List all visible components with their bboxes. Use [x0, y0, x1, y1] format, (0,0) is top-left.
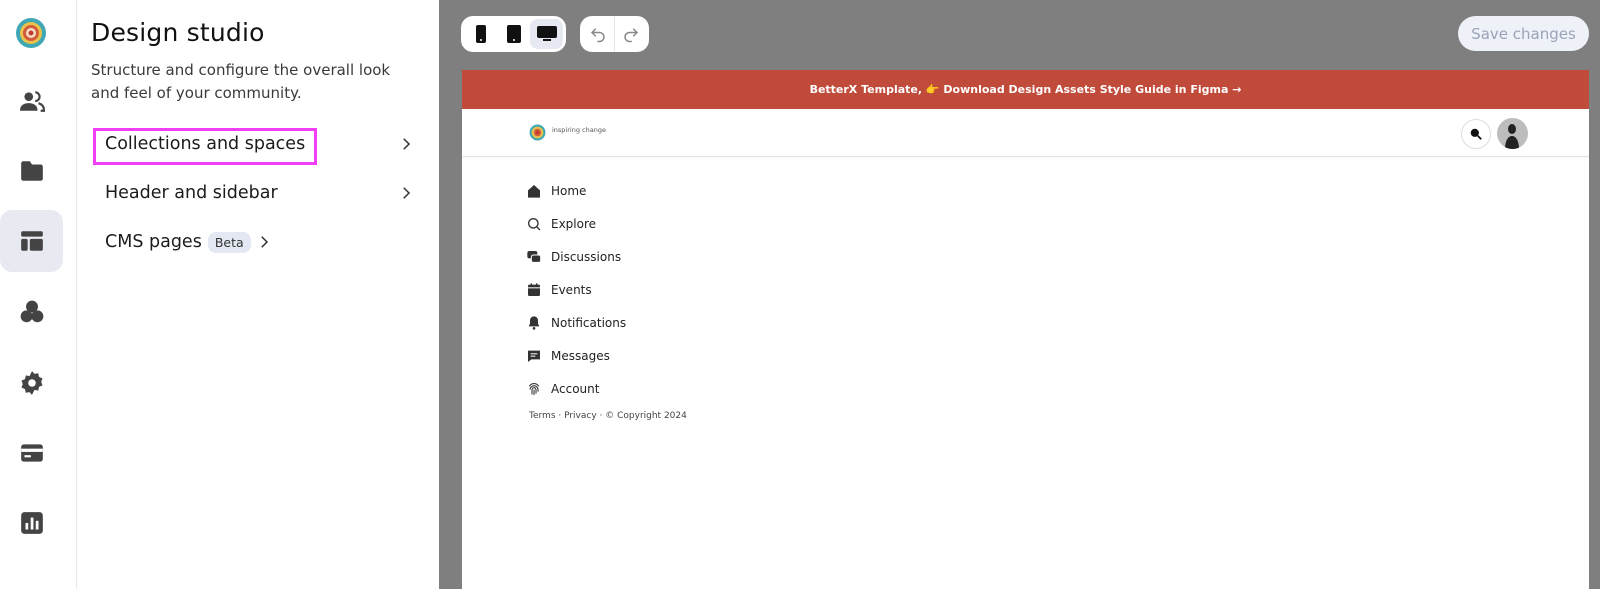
rail-members-button[interactable]	[0, 70, 63, 132]
site-nav-label: Notifications	[551, 315, 627, 330]
nav-cms-pages[interactable]: CMS pages Beta	[105, 224, 273, 260]
gear-icon	[20, 371, 43, 395]
history-group	[580, 16, 649, 52]
bell-icon	[528, 315, 540, 330]
site-nav-home[interactable]: Home	[526, 174, 626, 207]
nav-label: Header and sidebar	[105, 183, 278, 203]
site-nav-label: Explore	[551, 216, 597, 231]
avatar[interactable]	[1497, 118, 1528, 149]
rail-billing-button[interactable]	[0, 422, 63, 484]
nav-header-and-sidebar[interactable]: Header and sidebar	[105, 175, 415, 211]
search-icon	[528, 217, 541, 230]
site-sidebar-nav: Home Explore Discussions Events Notifica…	[526, 174, 626, 405]
nav-label: CMS pages	[105, 232, 202, 252]
desktop-icon	[536, 26, 557, 41]
undo-button[interactable]	[582, 19, 614, 49]
chart-icon	[20, 512, 43, 534]
circles-icon	[20, 300, 43, 323]
calendar-icon	[528, 282, 540, 296]
chat-bubbles-icon	[527, 250, 542, 263]
beta-badge: Beta	[207, 231, 251, 253]
undo-icon	[590, 28, 605, 43]
folder-icon	[20, 161, 43, 181]
site-nav-explore[interactable]: Explore	[526, 207, 626, 240]
site-nav-notifications[interactable]: Notifications	[526, 306, 626, 339]
site-footer-links[interactable]: Terms · Privacy · © Copyright 2024	[529, 411, 687, 421]
search-icon	[1470, 128, 1482, 140]
rail-settings-button[interactable]	[0, 352, 63, 414]
chevron-right-icon	[403, 138, 411, 150]
page-description: Structure and configure the overall look…	[91, 61, 391, 102]
fingerprint-icon	[528, 382, 540, 395]
design-studio-panel: Design studio Structure and configure th…	[77, 0, 439, 589]
site-search-button[interactable]	[1461, 119, 1491, 149]
icon-rail	[0, 0, 77, 589]
people-icon	[19, 91, 45, 112]
rail-content-button[interactable]	[0, 140, 63, 202]
rail-design-studio-button[interactable]	[0, 210, 63, 272]
mobile-icon	[475, 25, 486, 43]
card-icon	[20, 444, 43, 462]
chevron-right-icon	[260, 236, 268, 248]
save-changes-button[interactable]: Save changes	[1458, 16, 1589, 51]
site-nav-account[interactable]: Account	[526, 372, 626, 405]
site-header: inspiring change	[462, 109, 1589, 157]
home-icon	[528, 184, 540, 198]
device-toggle-group	[461, 16, 566, 52]
site-tagline: inspiring change	[552, 126, 606, 134]
site-preview: BetterX Template, 👉 Download Design Asse…	[462, 70, 1589, 589]
tablet-icon	[506, 25, 521, 43]
site-logo-icon[interactable]	[529, 124, 546, 141]
redo-icon	[624, 28, 639, 43]
page-title: Design studio	[91, 18, 265, 47]
site-nav-label: Discussions	[551, 249, 622, 264]
nav-collections-and-spaces[interactable]: Collections and spaces	[105, 126, 415, 162]
desktop-view-button[interactable]	[530, 19, 563, 49]
community-logo-icon[interactable]	[15, 17, 47, 49]
message-icon	[528, 350, 540, 362]
chevron-right-icon	[403, 187, 411, 199]
announcement-banner[interactable]: BetterX Template, 👉 Download Design Asse…	[462, 70, 1589, 109]
layout-icon	[20, 231, 43, 251]
rail-apps-button[interactable]	[0, 281, 63, 343]
site-nav-label: Account	[551, 381, 600, 396]
mobile-view-button[interactable]	[464, 19, 497, 49]
site-nav-label: Messages	[551, 348, 610, 363]
site-nav-messages[interactable]: Messages	[526, 339, 626, 372]
rail-analytics-button[interactable]	[0, 492, 63, 554]
site-nav-discussions[interactable]: Discussions	[526, 240, 626, 273]
site-nav-events[interactable]: Events	[526, 273, 626, 306]
site-nav-label: Events	[551, 282, 592, 297]
avatar-silhouette-icon	[1505, 124, 1519, 149]
redo-button[interactable]	[615, 19, 647, 49]
site-nav-label: Home	[551, 183, 587, 198]
tablet-view-button[interactable]	[497, 19, 530, 49]
nav-label: Collections and spaces	[105, 134, 306, 154]
